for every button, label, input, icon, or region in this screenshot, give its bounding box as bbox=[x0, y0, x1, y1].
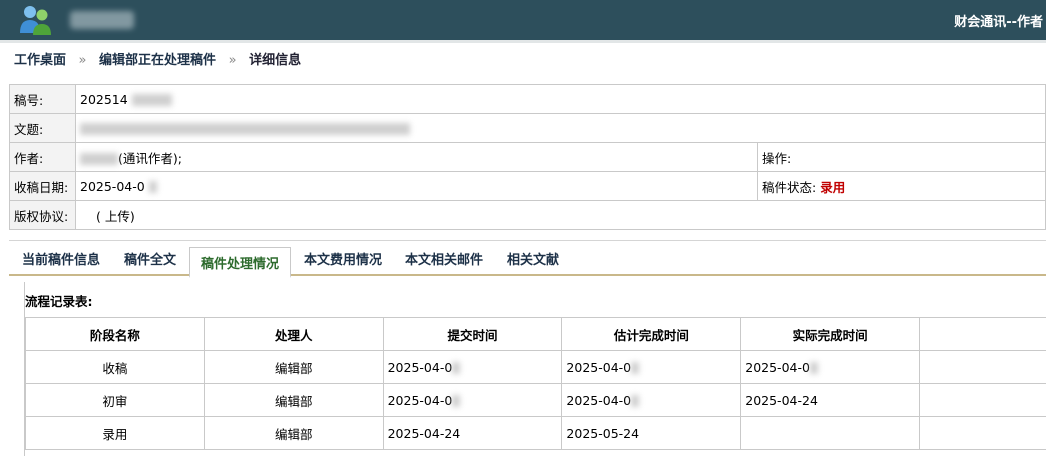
stage-cell: 录用 bbox=[25, 416, 205, 450]
number-label: 稿号: bbox=[9, 84, 76, 114]
breadcrumb-separator: » bbox=[78, 53, 87, 68]
author-value: (通讯作者); bbox=[75, 142, 758, 172]
tab-fees[interactable]: 本文费用情况 bbox=[304, 249, 382, 268]
handler-cell: 编辑部 bbox=[203, 383, 384, 417]
received-label: 收稿日期: bbox=[9, 171, 76, 201]
operation-label: 操作: bbox=[762, 150, 792, 166]
estimated-time-text: 2025-04-0 bbox=[566, 359, 632, 375]
column-header: 估计完成时间 bbox=[561, 317, 742, 351]
table-header-row: 阶段名称 处理人 提交时间 估计完成时间 实际完成时间 bbox=[25, 317, 1046, 351]
author-text: (通讯作者); bbox=[118, 150, 182, 166]
info-row-copyright: 版权协议: ( 上传) bbox=[9, 200, 1046, 230]
submit-time-text: 2025-04-0 bbox=[387, 359, 453, 375]
breadcrumb-current: 详细信息 bbox=[249, 53, 302, 68]
info-row-number: 稿号: 202514 bbox=[9, 84, 1046, 114]
tab-processing[interactable]: 稿件处理情况 bbox=[189, 247, 292, 278]
received-value: 2025-04-0 bbox=[75, 171, 758, 201]
redacted-day bbox=[631, 395, 640, 407]
submit-time-cell: 2025-04-24 bbox=[382, 416, 563, 450]
info-row-author: 作者: (通讯作者); 操作: bbox=[9, 142, 1046, 172]
title-label: 文题: bbox=[9, 113, 76, 143]
estimated-time-text: 2025-04-0 bbox=[566, 392, 632, 408]
estimated-time-cell: 2025-05-24 bbox=[561, 416, 742, 450]
actual-time-cell: 2025-04-0 bbox=[740, 350, 921, 384]
column-header: 阶段名称 bbox=[25, 317, 205, 351]
breadcrumb-home-link[interactable]: 工作桌面 bbox=[14, 53, 66, 68]
received-text: 2025-04-0 bbox=[80, 178, 145, 194]
info-row-received: 收稿日期: 2025-04-0 稿件状态: 录用 bbox=[9, 171, 1046, 201]
status-value: 录用 bbox=[820, 179, 846, 195]
users-logo-icon bbox=[20, 6, 51, 35]
column-header: 提交时间 bbox=[382, 317, 563, 351]
breadcrumb: 工作桌面 » 编辑部正在处理稿件 » 详细信息 bbox=[0, 40, 1046, 76]
actual-time-cell bbox=[740, 416, 921, 450]
author-label: 作者: bbox=[9, 142, 76, 172]
copyright-value: ( 上传) bbox=[75, 200, 1046, 230]
tab-bar: 当前稿件信息 稿件全文 稿件处理情况 本文费用情况 本文相关邮件 相关文献 bbox=[9, 240, 1046, 278]
extra-cell bbox=[919, 416, 1046, 450]
tab-references[interactable]: 相关文献 bbox=[507, 249, 559, 268]
flow-record-panel: 流程记录表: 阶段名称 处理人 提交时间 估计完成时间 实际完成时间 收稿 编辑… bbox=[24, 282, 1046, 456]
estimated-time-cell: 2025-04-0 bbox=[561, 350, 742, 384]
column-header bbox=[919, 317, 1046, 351]
number-value: 202514 bbox=[75, 84, 1046, 114]
title-value bbox=[75, 113, 1046, 143]
copyright-label: 版权协议: bbox=[9, 200, 76, 230]
operation-cell: 操作: bbox=[757, 142, 1046, 172]
tab-fulltext[interactable]: 稿件全文 bbox=[124, 249, 176, 268]
copyright-upload-link[interactable]: ( 上传) bbox=[96, 209, 135, 224]
submit-time-cell: 2025-04-0 bbox=[382, 383, 563, 417]
stage-cell: 收稿 bbox=[25, 350, 205, 384]
redacted-day bbox=[809, 362, 818, 374]
table-row: 收稿 编辑部 2025-04-0 2025-04-0 2025-04-0 bbox=[25, 350, 1046, 384]
handler-cell: 编辑部 bbox=[203, 350, 384, 384]
stage-cell: 初审 bbox=[25, 383, 205, 417]
breadcrumb-separator: » bbox=[228, 53, 237, 68]
flow-record-table: 阶段名称 处理人 提交时间 估计完成时间 实际完成时间 收稿 编辑部 2025-… bbox=[25, 317, 1046, 450]
app-header: 财会通讯--作者 bbox=[0, 0, 1046, 40]
tab-emails[interactable]: 本文相关邮件 bbox=[405, 249, 483, 268]
column-header: 处理人 bbox=[203, 317, 384, 351]
extra-cell bbox=[919, 350, 1046, 384]
status-label: 稿件状态: bbox=[762, 179, 817, 195]
redacted-author-name bbox=[80, 153, 118, 165]
redacted-day bbox=[631, 362, 640, 374]
actual-time-cell: 2025-04-24 bbox=[740, 383, 921, 417]
tab-current-info[interactable]: 当前稿件信息 bbox=[22, 249, 100, 268]
info-row-title: 文题: bbox=[9, 113, 1046, 143]
table-row: 录用 编辑部 2025-04-24 2025-05-24 bbox=[25, 416, 1046, 450]
redacted-day bbox=[452, 395, 461, 407]
submit-time-text: 2025-04-0 bbox=[387, 392, 453, 408]
redacted-received-day bbox=[148, 181, 157, 193]
manuscript-info-table: 稿号: 202514 文题: 作者: (通讯作者); 操作: 收稿日期: 202… bbox=[9, 84, 1046, 230]
redacted-day bbox=[452, 362, 461, 374]
redacted-number-tail bbox=[131, 94, 172, 106]
status-cell: 稿件状态: 录用 bbox=[757, 171, 1046, 201]
estimated-time-cell: 2025-04-0 bbox=[561, 383, 742, 417]
flow-record-title: 流程记录表: bbox=[25, 294, 93, 309]
breadcrumb-processing-link[interactable]: 编辑部正在处理稿件 bbox=[99, 53, 216, 68]
submit-time-cell: 2025-04-0 bbox=[382, 350, 563, 384]
system-name: 财会通讯--作者 bbox=[954, 15, 1043, 30]
actual-time-text: 2025-04-0 bbox=[745, 359, 810, 375]
table-row: 初审 编辑部 2025-04-0 2025-04-0 2025-04-24 bbox=[25, 383, 1046, 417]
redacted-journal-name bbox=[70, 11, 134, 29]
handler-cell: 编辑部 bbox=[203, 416, 384, 450]
number-text: 202514 bbox=[80, 91, 128, 107]
redacted-title bbox=[80, 123, 410, 135]
column-header: 实际完成时间 bbox=[740, 317, 921, 351]
extra-cell bbox=[919, 383, 1046, 417]
